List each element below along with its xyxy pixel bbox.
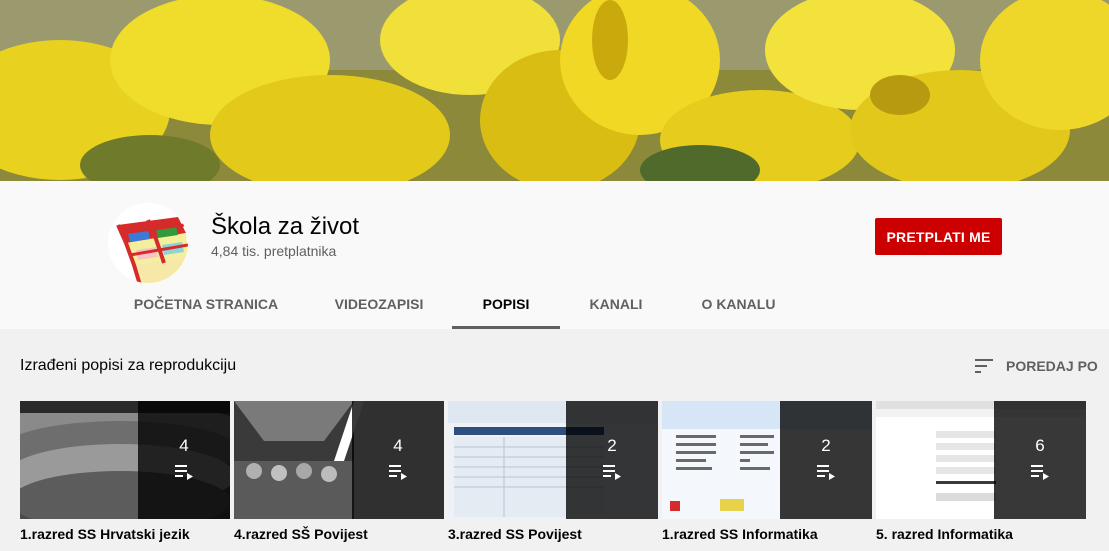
video-count: 4 — [393, 436, 403, 455]
channel-logo-icon — [108, 203, 188, 283]
subscribe-button[interactable]: PRETPLATI ME — [875, 218, 1002, 255]
video-count: 2 — [821, 436, 831, 455]
playlist-thumbnail[interactable]: 6 — [876, 401, 1086, 519]
playlist-title[interactable]: 5. razred Informatika — [876, 526, 1086, 542]
playlist-card[interactable]: 4 1.razred SS Hrvatski jezik — [20, 401, 230, 542]
channel-avatar[interactable] — [108, 203, 188, 283]
channel-banner — [0, 0, 1109, 181]
tab-playlists[interactable]: POPISI — [452, 281, 560, 329]
section-title: Izrađeni popisi za reprodukciju — [20, 357, 237, 374]
playlist-icon — [1031, 465, 1049, 480]
playlist-overlay: 2 — [566, 401, 658, 519]
playlist-overlay: 4 — [352, 401, 444, 519]
playlists-section: Izrađeni popisi za reprodukciju POREDAJ … — [0, 329, 1109, 551]
playlist-thumbnail[interactable]: 4 — [234, 401, 444, 519]
playlist-icon — [817, 465, 835, 480]
sort-label: POREDAJ PO — [1006, 358, 1098, 374]
playlist-thumbnail[interactable]: 2 — [662, 401, 872, 519]
playlist-thumbnail[interactable]: 4 — [20, 401, 230, 519]
video-count: 4 — [179, 436, 189, 455]
sort-icon — [975, 359, 993, 373]
playlist-overlay: 2 — [780, 401, 872, 519]
playlist-card[interactable]: 6 5. razred Informatika — [876, 401, 1086, 542]
tab-videos[interactable]: VIDEOZAPISI — [320, 281, 438, 329]
playlist-title[interactable]: 3.razred SS Povijest — [448, 526, 658, 542]
playlist-overlay: 4 — [138, 401, 230, 519]
playlist-title[interactable]: 1.razred SS Informatika — [662, 526, 872, 542]
sort-button[interactable]: POREDAJ PO — [975, 355, 1098, 377]
playlist-icon — [603, 465, 621, 480]
video-count: 2 — [607, 436, 617, 455]
playlist-title[interactable]: 4.razred SŠ Povijest — [234, 526, 444, 542]
channel-tabs: POČETNA STRANICA VIDEOZAPISI POPISI KANA… — [0, 281, 1109, 329]
tab-home[interactable]: POČETNA STRANICA — [120, 281, 292, 329]
video-count: 6 — [1035, 436, 1045, 455]
playlist-overlay: 6 — [994, 401, 1086, 519]
channel-name: Škola za život — [211, 213, 360, 240]
playlist-card[interactable]: 4 4.razred SŠ Povijest — [234, 401, 444, 542]
playlist-thumbnail[interactable]: 2 — [448, 401, 658, 519]
channel-header: Škola za život 4,84 tis. pretplatnika PR… — [0, 181, 1109, 329]
playlist-card[interactable]: 2 3.razred SS Povijest — [448, 401, 658, 542]
playlist-card[interactable]: 2 1.razred SS Informatika — [662, 401, 872, 542]
tab-channels[interactable]: KANALI — [575, 281, 657, 329]
playlist-title[interactable]: 1.razred SS Hrvatski jezik — [20, 526, 230, 542]
playlist-icon — [389, 465, 407, 480]
subscriber-count: 4,84 tis. pretplatnika — [211, 243, 337, 259]
daffodil-banner-image — [0, 0, 1109, 181]
tab-about[interactable]: O KANALU — [688, 281, 789, 329]
playlist-icon — [175, 465, 193, 480]
